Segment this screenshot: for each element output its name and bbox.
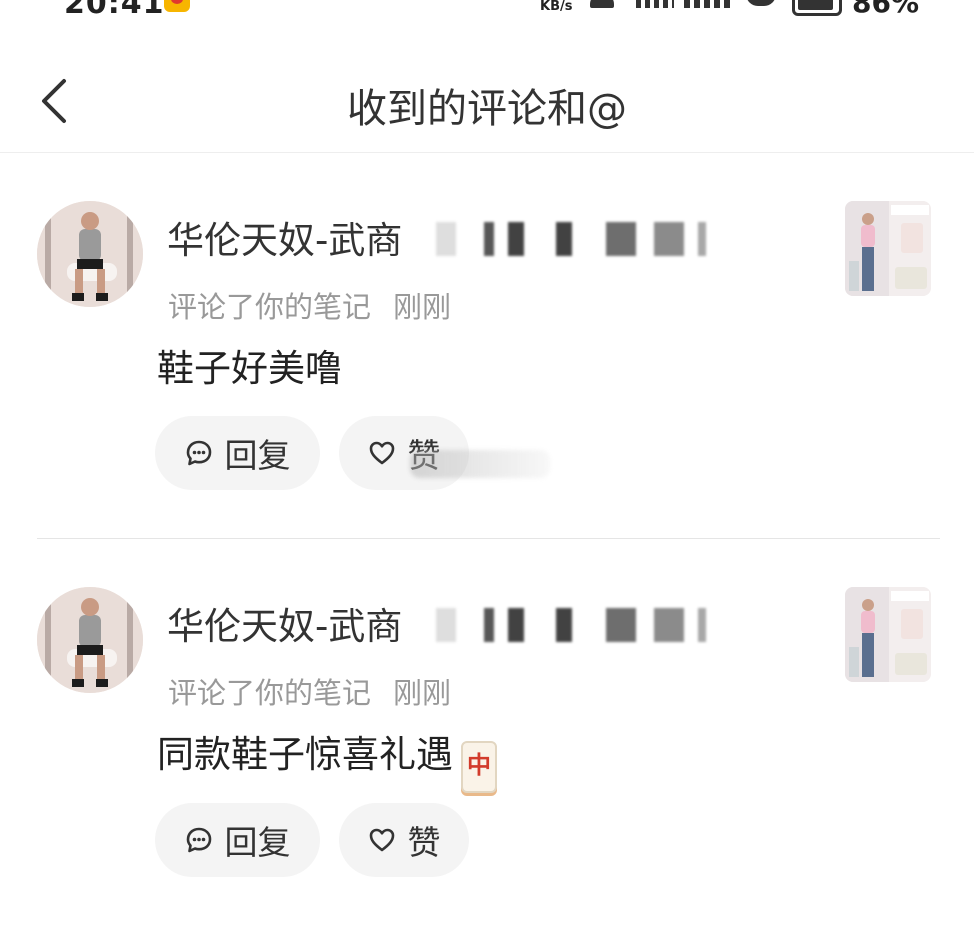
user-name[interactable]: 华伦天奴-武商: [167, 210, 402, 264]
page-title: 收到的评论和@: [347, 86, 627, 132]
comment-meta: 评论了你的笔记 刚刚: [168, 284, 451, 326]
reply-button[interactable]: 回复: [155, 416, 320, 490]
time-text: 刚刚: [393, 290, 452, 324]
top-nav-bar: 收到的评论和@: [0, 50, 974, 153]
like-label: 赞: [407, 823, 441, 862]
user-name[interactable]: 华伦天奴-武商: [167, 596, 402, 650]
app-notification-icon: [164, 0, 190, 12]
item-divider: [37, 538, 940, 539]
action-text: 评论了你的笔记: [168, 676, 372, 710]
signal-icon: [636, 0, 674, 8]
wifi-icon: [746, 0, 776, 6]
comment-text: 鞋子好美噜: [157, 347, 342, 390]
mute-bell-icon: [590, 0, 614, 8]
comment-meta: 评论了你的笔记 刚刚: [168, 670, 451, 712]
note-thumbnail[interactable]: [845, 587, 931, 682]
blurred-overlay: [410, 450, 550, 478]
heart-icon: [369, 828, 394, 852]
mahjong-emoji-icon: 中: [461, 741, 497, 793]
comment-bubble-icon: [186, 827, 211, 853]
status-time: 20:41: [64, 0, 165, 21]
like-button[interactable]: 赞: [339, 803, 469, 877]
time-text: 刚刚: [393, 676, 452, 710]
battery-icon: [792, 0, 842, 16]
avatar[interactable]: [37, 201, 143, 307]
reply-label: 回复: [224, 823, 291, 862]
note-thumbnail[interactable]: [845, 201, 931, 296]
redacted-name-area: [436, 222, 706, 256]
avatar[interactable]: [37, 587, 143, 693]
heart-icon: [369, 441, 394, 465]
comment-bubble-icon: [186, 440, 211, 466]
status-bar: 20:41 ••• KB/s 86%: [0, 0, 974, 22]
reply-label: 回复: [224, 436, 291, 475]
battery-level: 86%: [852, 0, 920, 19]
network-speed: KB/s: [540, 0, 573, 14]
action-text: 评论了你的笔记: [168, 290, 372, 324]
comment-body: 同款鞋子惊喜礼遇: [157, 733, 453, 776]
more-notifications-icon: •••: [204, 0, 243, 9]
redacted-name-area: [436, 608, 706, 642]
comment-text: 同款鞋子惊喜礼遇中: [157, 724, 497, 793]
reply-button[interactable]: 回复: [155, 803, 320, 877]
signal-icon-2: [684, 0, 732, 8]
